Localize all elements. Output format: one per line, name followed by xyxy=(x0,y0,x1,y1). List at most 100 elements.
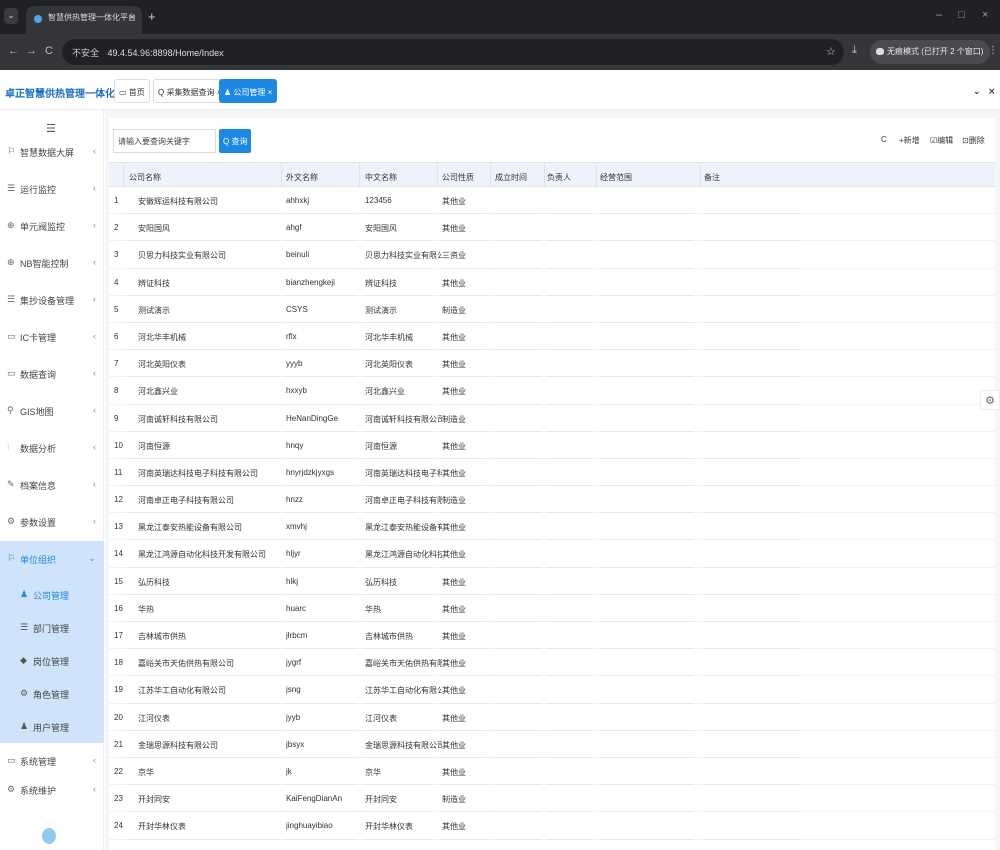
browser-menu-icon[interactable]: ⋮ xyxy=(988,45,998,56)
search-input[interactable]: 请输入要查询关键字 xyxy=(113,129,216,153)
monitor-icon: ▭ xyxy=(7,368,16,378)
chevron-down-icon[interactable]: ⌄ xyxy=(973,86,981,97)
cell-company-type: 其他业 xyxy=(442,523,466,533)
table-row[interactable]: 14 黑龙江鸿源自动化科技开发有限公司 hljyr 黑龙江鸿源自动化科技开...其他业 xyxy=(109,540,995,568)
sidebar-subitem-position[interactable]: ◆ 岗位管理 xyxy=(0,644,104,677)
column-header[interactable]: 中文名称 xyxy=(365,172,397,183)
sidebar-item-collector[interactable]: ☰ 集抄设备管理 ‹ xyxy=(0,282,104,319)
sidebar-item-monitoring[interactable]: ☰ 运行监控 ‹ xyxy=(0,171,104,208)
browser-tab[interactable]: 智慧供热管理一体化平台 × xyxy=(26,6,142,34)
sidebar-item-organization[interactable]: ⚐ 单位组织 ⌄ xyxy=(0,541,104,578)
sidebar-subitem-department[interactable]: ☰ 部门管理 xyxy=(0,611,104,644)
table-row[interactable]: 2 安阳国风 ahgf 安阳国风 其他业 xyxy=(109,214,995,242)
refresh-button[interactable]: C xyxy=(881,135,887,144)
close-tab-icon[interactable]: × xyxy=(130,12,135,22)
sidebar-subitem-company[interactable]: ♟ 公司管理 xyxy=(0,578,104,611)
table-row[interactable]: 13黑龙江泰安热能设备有限公司xmvhj黑龙江泰安热能设备有限公司其他业 xyxy=(109,513,995,541)
table-row[interactable]: 18 嘉峪关市天佑供热有限公司 jygrf 嘉峪关市天佑供热有限公...其他业 xyxy=(109,649,995,677)
app-logo-icon xyxy=(42,828,56,844)
window-close-button[interactable]: × xyxy=(982,9,988,21)
sidebar-item-dashboard[interactable]: ⚐ 智慧数据大屏 ‹ xyxy=(0,134,104,171)
cell-chinese-name: 弘历科技 xyxy=(365,577,397,587)
column-header[interactable]: 公司名称 xyxy=(129,172,161,183)
tab-search-button[interactable]: ⌄ xyxy=(4,8,18,24)
incognito-badge[interactable]: 无痕模式 (已打开 2 个窗口) xyxy=(870,40,990,64)
cell-chinese-name: 测试演示 xyxy=(365,305,397,315)
sidebar-item-label: NB智能控制 xyxy=(20,259,69,269)
add-button[interactable]: +新增 xyxy=(899,135,920,146)
sidebar-item-settings[interactable]: ⚙ 参数设置 ‹ xyxy=(0,504,104,541)
sidebar-subitem-role[interactable]: ⚙ 角色管理 xyxy=(0,677,104,710)
reload-icon[interactable]: C xyxy=(45,45,53,57)
cell-company-name: 河南恒源 xyxy=(138,441,170,451)
table-row[interactable]: 17 吉林城市供热 jlrbcm 吉林城市供热 其他业 xyxy=(109,622,995,650)
tab-home[interactable]: ▭ 首页 xyxy=(114,79,150,103)
sidebar-item-maintenance[interactable]: ⚙ 系统维护 ‹ xyxy=(0,780,104,798)
table-row[interactable]: 7 河北英阳仪表 yyyb 河北英阳仪表 其他业 xyxy=(109,350,995,378)
sidebar-item-archive[interactable]: ✎ 档案信息 ‹ xyxy=(0,467,104,504)
cell-divider xyxy=(127,838,279,840)
table-row[interactable]: 12河南卓正电子科技有限公司hnzz河南卓正电子科技有限公司制造业 xyxy=(109,486,995,514)
cell-company-type: 其他业 xyxy=(442,224,466,234)
column-header[interactable]: 外文名称 xyxy=(286,172,318,183)
table-row[interactable]: 10 河南恒源 hnqy 河南恒源 其他业 xyxy=(109,432,995,459)
tab-data-query[interactable]: Q 采集数据查询 × xyxy=(153,79,227,103)
sidebar-subitem-user[interactable]: ♟ 用户管理 xyxy=(0,710,104,743)
sidebar-item-analysis[interactable]: ⫶ 数据分析 ‹ xyxy=(0,430,104,467)
user-icon: ♟ xyxy=(20,721,29,731)
sidebar-item-data-query[interactable]: ▭ 数据查询 ‹ xyxy=(0,356,104,393)
table-row[interactable]: 15 弘历科技 hlkj 弘历科技 其他业 xyxy=(109,568,995,595)
column-header[interactable]: 负责人 xyxy=(547,172,571,183)
minimize-button[interactable]: – xyxy=(936,9,942,21)
table-row[interactable]: 9 河南诚轩科技有限公司 HeNanDingGe 河南诚轩科技有限公司 制造业 xyxy=(109,405,995,432)
not-secure-label[interactable]: 不安全 xyxy=(72,48,99,58)
edit-button[interactable]: ☑编辑 xyxy=(930,135,953,146)
cell-divider xyxy=(704,838,800,840)
column-header[interactable]: 备注 xyxy=(704,172,720,183)
table-row[interactable]: 21 金瑞思源科技有限公司 jbsyx 金瑞思源科技有限公司 其他业 xyxy=(109,731,995,758)
table-row[interactable]: 16 华热 huarc 华热 其他业 xyxy=(109,595,995,622)
table-row[interactable]: 24 开封华林仪表 jinghuayibiao 开封华林仪表 其他业 xyxy=(109,812,995,840)
table-row[interactable]: 8 河北鑫兴业 hxxyb 河北鑫兴业 其他业 xyxy=(109,377,995,405)
table-row[interactable]: 1 安徽辉运科技有限公司 ahhxkj 123456 其他业 xyxy=(109,187,995,215)
download-icon[interactable]: ⤓ xyxy=(852,44,857,57)
valve-icon: ⊕ xyxy=(7,220,15,230)
sidebar-item-ic-card[interactable]: ▭ IC卡管理 ‹ xyxy=(0,319,104,356)
cell-chinese-name: 河北华丰机械 xyxy=(365,332,413,342)
url-input[interactable]: 不安全 49.4.54.96:8898/Home/Index xyxy=(62,39,844,65)
close-all-tabs-icon[interactable]: ⨯ xyxy=(988,86,996,97)
tab-company-management[interactable]: ♟ 公司管理 × xyxy=(219,79,278,103)
column-header[interactable]: 经营范围 xyxy=(600,172,632,183)
table-row[interactable]: 11 河南英瑞达科技电子科技有限公司 hnyrjdzkjyxgs 河南英瑞达科技电子科… xyxy=(109,459,995,487)
chevron-left-icon: ‹ xyxy=(93,294,96,304)
bookmark-star-icon[interactable]: ☆ xyxy=(826,45,836,58)
table-row[interactable]: 22 京华 jk 京华 其他业 xyxy=(109,758,995,786)
sidebar-item-gis[interactable]: ⚲ GIS地图 ‹ xyxy=(0,393,104,430)
column-header[interactable]: 公司性质 xyxy=(442,172,474,183)
sidebar-item-nb-control[interactable]: ⊕ NB智能控制 ‹ xyxy=(0,245,104,282)
new-tab-button[interactable]: + xyxy=(148,9,156,24)
cell-chinese-name: 江河仪表 xyxy=(365,713,397,723)
table-row[interactable]: 19江苏华工自动化有限公司jsng江苏华工自动化有限公司其他业 xyxy=(109,676,995,704)
table-row[interactable]: 23 开封同安 KaiFengDianAn 开封同安 制造业 xyxy=(109,785,995,813)
cell-english-name: HeNanDingGe xyxy=(286,413,339,423)
delete-button[interactable]: ⊡删除 xyxy=(962,135,985,146)
cell-company-type: 其他业 xyxy=(442,550,466,560)
search-button[interactable]: Q 查询 xyxy=(219,129,251,153)
table-row[interactable]: 5 测试演示 CSYS 测试演示 制造业 xyxy=(109,296,995,323)
cell-row-number: 11 xyxy=(114,467,123,477)
table-row[interactable]: 3贝思力科技实业有限公司beinuli贝思力科技实业有限公司三资业 xyxy=(109,241,995,269)
table-row[interactable]: 6 河北华丰机械 rflx 河北华丰机械 其他业 xyxy=(109,323,995,351)
forward-icon[interactable]: → xyxy=(26,45,37,57)
back-icon[interactable]: ← xyxy=(8,45,19,57)
table-row[interactable]: 20 江河仪表 jyyb 江河仪表 其他业 xyxy=(109,704,995,731)
cell-english-name: ahhxkj xyxy=(286,196,310,205)
table-row[interactable]: 4 辨证科技 bianzhengkeji 辨证科技 其他业 xyxy=(109,269,995,296)
column-header[interactable]: 成立时间 xyxy=(495,172,527,183)
close-icon[interactable]: × xyxy=(268,88,273,97)
sidebar-item-valve-monitor[interactable]: ⊕ 单元阀监控 ‹ xyxy=(0,208,104,245)
floating-gear-icon[interactable]: ⚙ xyxy=(980,390,1000,410)
restore-button[interactable]: □ xyxy=(958,9,965,21)
cell-company-type: 其他业 xyxy=(442,713,466,723)
sidebar-item-system[interactable]: ▭ 系统管理 ‹ xyxy=(0,743,104,780)
